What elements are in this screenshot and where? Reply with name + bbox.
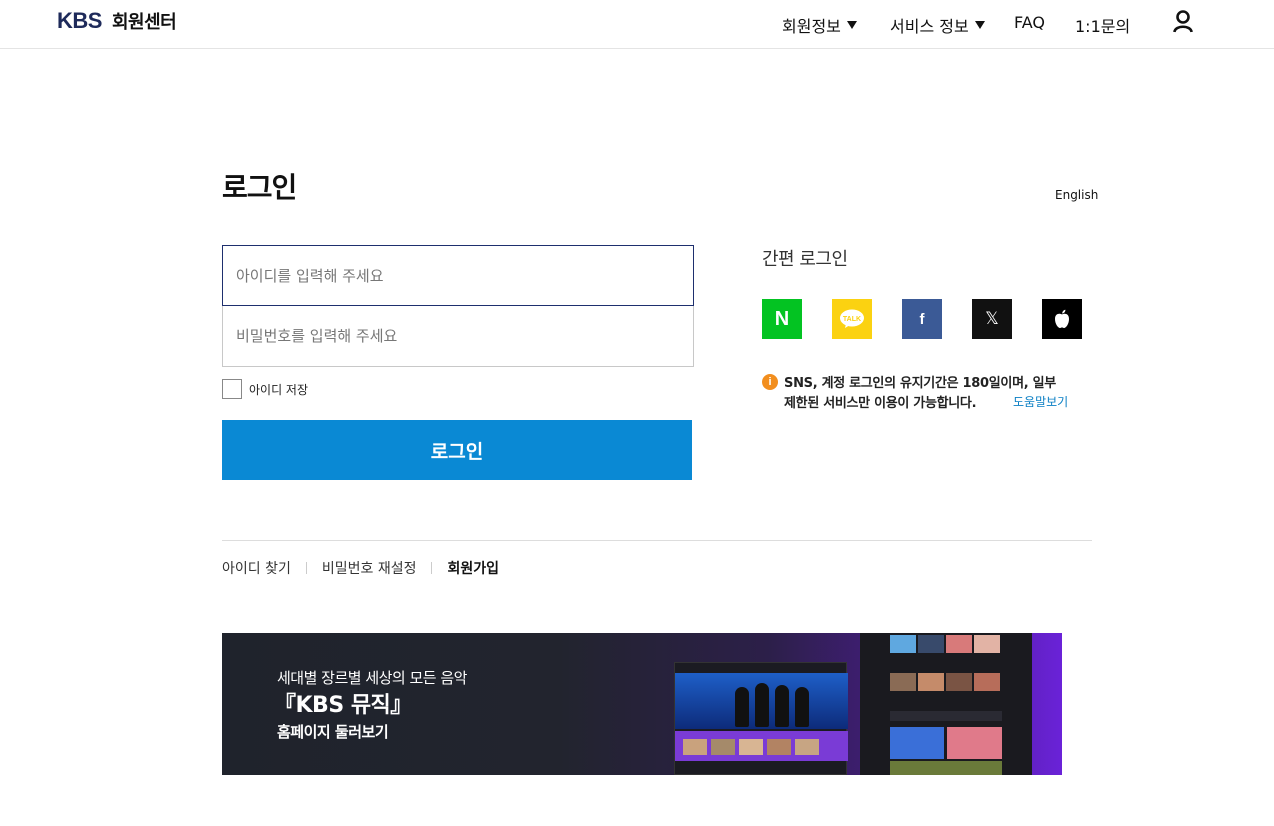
naver-login-button[interactable]: N [762, 299, 802, 339]
dropdown-arrow-icon [974, 21, 985, 29]
save-id-label: 아이디 저장 [249, 383, 309, 397]
save-id-checkbox[interactable] [222, 379, 242, 399]
kakao-login-button[interactable]: TALK [832, 299, 872, 339]
account-links: 아이디 찾기 비밀번호 재설정 회원가입 [222, 558, 499, 578]
facebook-login-button[interactable]: f [902, 299, 942, 339]
member-center-title: 회원센터 [111, 12, 177, 33]
info-icon: i [762, 374, 778, 390]
nav-member-info-label: 회원정보 [782, 17, 841, 36]
page-title: 로그인 [222, 171, 297, 204]
link-separator [305, 562, 307, 574]
apple-icon [1055, 309, 1069, 328]
dropdown-arrow-icon [846, 21, 857, 29]
sns-notice-line1: SNS, 계정 로그인의 유지기간은 180일이며, 일부 [784, 376, 1056, 391]
nav-faq-label: FAQ [1014, 13, 1045, 32]
naver-icon: N [774, 307, 790, 330]
user-icon[interactable] [1172, 9, 1194, 33]
apple-login-button[interactable] [1042, 299, 1082, 339]
signup-link[interactable]: 회원가입 [447, 558, 499, 578]
nav-service-info-label: 서비스 정보 [890, 17, 969, 36]
top-header: KBS 회원센터 회원정보 서비스 정보 FAQ 1:1문의 [0, 0, 1274, 49]
link-separator [431, 562, 433, 574]
x-login-button[interactable]: 𝕏 [972, 299, 1012, 339]
nav-inquiry[interactable]: 1:1문의 [1075, 13, 1130, 37]
id-input[interactable] [222, 245, 694, 306]
login-button[interactable]: 로그인 [222, 420, 692, 480]
find-id-link[interactable]: 아이디 찾기 [222, 558, 291, 578]
sns-notice-line2: 제한된 서비스만 이용이 가능합니다. [784, 396, 977, 411]
nav-member-info[interactable]: 회원정보 [782, 13, 857, 37]
kbs-logo-text: KBS [57, 8, 102, 33]
nav-service-info[interactable]: 서비스 정보 [890, 13, 985, 37]
kbs-music-banner[interactable]: 세대별 장르별 세상의 모든 음악 『KBS 뮤직』 홈페이지 둘러보기 [222, 633, 1062, 775]
site-logo[interactable]: KBS 회원센터 [57, 8, 177, 34]
divider [222, 540, 1092, 541]
x-icon: 𝕏 [985, 309, 999, 329]
banner-screenshot-main [674, 662, 848, 775]
banner-line1: 세대별 장르별 세상의 모든 음악 [277, 669, 467, 687]
sns-login-title: 간편 로그인 [762, 249, 848, 270]
nav-inquiry-label: 1:1문의 [1075, 17, 1131, 36]
reset-password-link[interactable]: 비밀번호 재설정 [322, 558, 417, 578]
banner-screenshot-side [860, 633, 1032, 775]
english-link[interactable]: English [1055, 188, 1098, 202]
password-input[interactable] [222, 306, 694, 367]
nav-faq[interactable]: FAQ [1014, 13, 1045, 32]
banner-line3: 홈페이지 둘러보기 [277, 723, 389, 741]
banner-line2: 『KBS 뮤직』 [274, 693, 412, 718]
help-link[interactable]: 도움말보기 [1013, 393, 1068, 410]
facebook-icon: f [919, 310, 925, 328]
kakao-icon: TALK [840, 309, 864, 328]
svg-text:TALK: TALK [843, 316, 861, 323]
